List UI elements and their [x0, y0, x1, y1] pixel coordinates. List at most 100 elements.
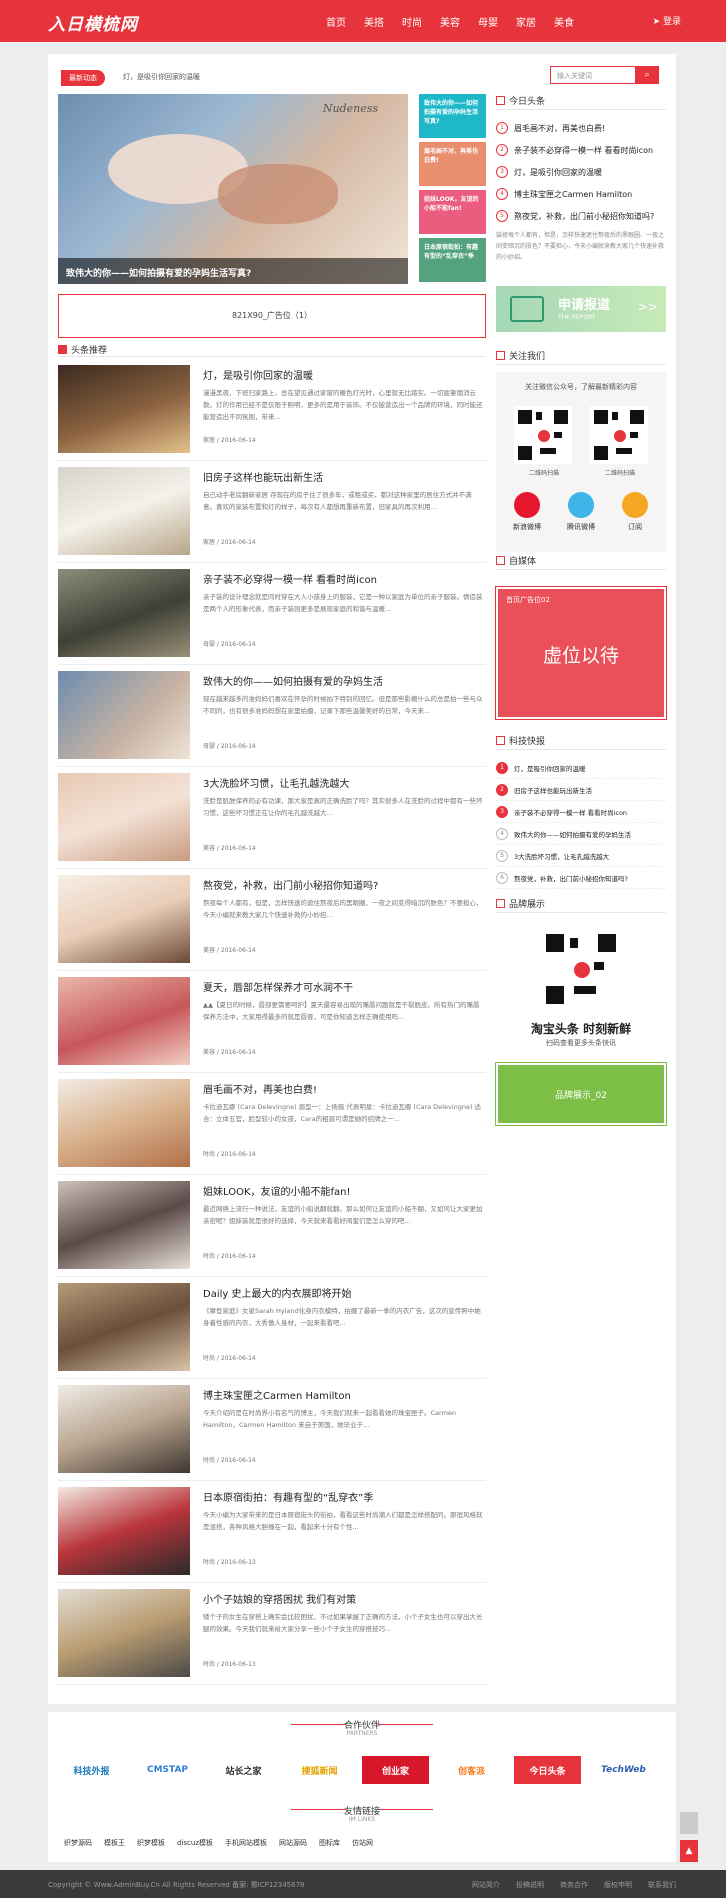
article-item[interactable]: 旧房子这样也能玩出新生活 自己动手老房翻新家居 存现在的房子住了很多年，或租或买，…: [58, 461, 486, 563]
article-item[interactable]: 姐妹LOOK，友谊的小船不能fan! 最近网络上流行一种说法，友谊的小船说翻就翻。…: [58, 1175, 486, 1277]
tech-news-item[interactable]: 2 旧房子这样也能玩出新生活: [496, 779, 666, 801]
social-label[interactable]: 订阅: [610, 522, 660, 532]
rss-icon[interactable]: [622, 492, 648, 518]
article-thumbnail[interactable]: [58, 1181, 190, 1269]
hero-thumb[interactable]: 眉毛画不对，再美也白费!: [419, 142, 486, 186]
article-item[interactable]: 小个子姑娘的穿搭困扰 我们有对策 矮个子的女生在穿搭上确实会比较困扰，不过如果掌握…: [58, 1583, 486, 1685]
brand-ad-slot[interactable]: 品牌展示_02: [495, 1062, 667, 1126]
partner-logo[interactable]: 创业家: [362, 1756, 429, 1784]
article-thumbnail[interactable]: [58, 875, 190, 963]
hero-thumb[interactable]: 日本原宿街拍：有趣有型的“乱穿衣”季: [419, 238, 486, 282]
article-item[interactable]: 亲子装不必穿得一模一样 看看时尚icon 亲子装的设计理念就是同时穿在大人小孩身上…: [58, 563, 486, 665]
hero-caption[interactable]: 致伟大的你——如何拍摄有爱的孕妈生活写真?: [58, 258, 408, 284]
top-news-item[interactable]: 5 熬夜党，补救，出门前小秘招你知道吗?: [496, 205, 666, 227]
article-title[interactable]: 姐妹LOOK，友谊的小船不能fan!: [203, 1183, 351, 1198]
article-title[interactable]: 日本原宿街拍：有趣有型的“乱穿衣”季: [203, 1489, 373, 1504]
news-ticker-text[interactable]: 灯，是吸引你回家的温暖: [123, 72, 200, 82]
tech-news-item[interactable]: 6 熬夜党，补救，出门前小秘招你知道吗?: [496, 867, 666, 889]
article-item[interactable]: 致伟大的你——如何拍摄有爱的孕妈生活 现在越来越多的准妈妈们喜欢在怀孕的时候拍下特…: [58, 665, 486, 767]
footer-link-submit[interactable]: 投稿说明: [516, 1880, 544, 1890]
article-title[interactable]: 熬夜党，补救，出门前小秘招你知道吗?: [203, 877, 378, 892]
nav-item-beauty[interactable]: 美容: [440, 14, 460, 29]
friend-link[interactable]: discuz模板: [177, 1838, 213, 1848]
article-item[interactable]: Daily 史上最大的内衣展即将开始 《摩登家庭》女星Sarah Hyland化身…: [58, 1277, 486, 1379]
top-news-item[interactable]: 4 博主珠宝匣之Carmen Hamilton: [496, 183, 666, 205]
friend-link[interactable]: 手机网站模板: [225, 1838, 267, 1848]
partner-logo[interactable]: 科技外报: [58, 1756, 125, 1784]
partner-logo[interactable]: 搜狐新闻: [286, 1756, 353, 1784]
article-item[interactable]: 眉毛画不对，再美也白费! 卡拉迪瓦娜 (Cara Delevingne) 眉型一：…: [58, 1073, 486, 1175]
article-thumbnail[interactable]: [58, 365, 190, 453]
social-label[interactable]: 新浪微博: [502, 522, 552, 532]
article-item[interactable]: 3大洗脸坏习惯，让毛孔越洗越大 洗脸是肌肤保养的必有功课，那大家是真的正确洗脸了吗…: [58, 767, 486, 869]
article-thumbnail[interactable]: [58, 773, 190, 861]
article-thumbnail[interactable]: [58, 671, 190, 759]
article-item[interactable]: 夏天，唇部怎样保养才可水润不干 ▲▲【夏日的时候，唇部更需要呵护】夏天最容易出现的…: [58, 971, 486, 1073]
nav-item-fashion-match[interactable]: 美搭: [364, 14, 384, 29]
nav-item-fashion[interactable]: 时尚: [402, 14, 422, 29]
article-title[interactable]: 3大洗脸坏习惯，让毛孔越洗越大: [203, 775, 349, 790]
partner-logo[interactable]: 创客派: [438, 1756, 505, 1784]
friend-link[interactable]: 织梦模板: [137, 1838, 165, 1848]
article-thumbnail[interactable]: [58, 467, 190, 555]
social-label[interactable]: 腾讯微博: [556, 522, 606, 532]
partner-logo[interactable]: CMSTAP: [134, 1756, 201, 1784]
friend-link[interactable]: 模板王: [104, 1838, 125, 1848]
tech-news-item[interactable]: 5 3大洗脸坏习惯，让毛孔越洗越大: [496, 845, 666, 867]
nav-item-food[interactable]: 美食: [554, 14, 574, 29]
article-title[interactable]: 亲子装不必穿得一模一样 看看时尚icon: [203, 571, 377, 586]
top-news-item[interactable]: 3 灯，是吸引你回家的温暖: [496, 161, 666, 183]
nav-item-home-decor[interactable]: 家居: [516, 14, 536, 29]
ad-banner[interactable]: 821X90_广告位（1）: [58, 294, 486, 338]
friend-link[interactable]: 仿站网: [352, 1838, 373, 1848]
tech-news-item[interactable]: 4 致伟大的你——如何拍摄有爱的孕妈生活: [496, 823, 666, 845]
login-link[interactable]: ➤ 登录: [653, 14, 681, 27]
tech-news-item[interactable]: 1 灯，是吸引你回家的温暖: [496, 757, 666, 779]
partner-logo[interactable]: TechWeb: [590, 1756, 657, 1784]
article-item[interactable]: 日本原宿街拍：有趣有型的“乱穿衣”季 今天小编为大家带来的是日本原宿街头的街拍，看…: [58, 1481, 486, 1583]
article-thumbnail[interactable]: [58, 1589, 190, 1677]
article-title[interactable]: 夏天，唇部怎样保养才可水润不干: [203, 979, 353, 994]
top-news-item[interactable]: 1 眉毛画不对，再美也白费!: [496, 117, 666, 139]
article-item[interactable]: 灯，是吸引你回家的温暖 漫漫黑夜，下班归家路上，总在望见通过家窗的暖色灯光时，心里…: [58, 359, 486, 461]
top-news-item[interactable]: 2 亲子装不必穿得一模一样 看看时尚icon: [496, 139, 666, 161]
friend-link[interactable]: 图标库: [319, 1838, 340, 1848]
article-thumbnail[interactable]: [58, 1487, 190, 1575]
article-item[interactable]: 博主珠宝匣之Carmen Hamilton 今天介绍的是在时尚界小有名气的博主，今…: [58, 1379, 486, 1481]
article-thumbnail[interactable]: [58, 1283, 190, 1371]
article-title[interactable]: 小个子姑娘的穿搭困扰 我们有对策: [203, 1591, 356, 1606]
nav-item-baby[interactable]: 母婴: [478, 14, 498, 29]
list-icon: [58, 345, 67, 354]
back-to-top-button[interactable]: ▲: [680, 1840, 698, 1862]
hero-slide[interactable]: Nudeness 致伟大的你——如何拍摄有爱的孕妈生活写真?: [58, 94, 408, 284]
article-thumbnail[interactable]: [58, 569, 190, 657]
article-title[interactable]: 灯，是吸引你回家的温暖: [203, 367, 313, 382]
article-title[interactable]: 博主珠宝匣之Carmen Hamilton: [203, 1387, 351, 1402]
article-title[interactable]: 眉毛画不对，再美也白费!: [203, 1081, 317, 1096]
friend-link[interactable]: 网站源码: [279, 1838, 307, 1848]
nav-item-home[interactable]: 首页: [326, 14, 346, 29]
article-item[interactable]: 熬夜党，补救，出门前小秘招你知道吗? 熬夜每个人都有，但是，怎样快速的遮住熬夜后的…: [58, 869, 486, 971]
footer-link-contact[interactable]: 联系我们: [648, 1880, 676, 1890]
qr-float-button[interactable]: [680, 1812, 698, 1834]
article-thumbnail[interactable]: [58, 1385, 190, 1473]
article-title[interactable]: Daily 史上最大的内衣展即将开始: [203, 1285, 351, 1300]
article-thumbnail[interactable]: [58, 977, 190, 1065]
footer-link-copyright[interactable]: 版权申明: [604, 1880, 632, 1890]
tech-news-item[interactable]: 3 亲子装不必穿得一模一样 看看时尚icon: [496, 801, 666, 823]
media-ad-slot[interactable]: 首页广告位02 虚位以待: [495, 586, 667, 720]
apply-report-banner[interactable]: 申请报道 THE REPORT >>: [496, 286, 666, 332]
article-thumbnail[interactable]: [58, 1079, 190, 1167]
weibo-icon[interactable]: [514, 492, 540, 518]
hero-thumb[interactable]: 姐妹LOOK，友谊的小船不能fan!: [419, 190, 486, 234]
article-title[interactable]: 致伟大的你——如何拍摄有爱的孕妈生活: [203, 673, 383, 688]
hero-thumb[interactable]: 致伟大的你——如何拍摄有爱的孕妈生活写真?: [419, 94, 486, 138]
footer-link-business[interactable]: 商务合作: [560, 1880, 588, 1890]
tencent-weibo-icon[interactable]: [568, 492, 594, 518]
partner-logo[interactable]: 今日头条: [514, 1756, 581, 1784]
footer-link-about[interactable]: 网站简介: [472, 1880, 500, 1890]
friend-link[interactable]: 织梦源码: [64, 1838, 92, 1848]
article-title[interactable]: 旧房子这样也能玩出新生活: [203, 469, 323, 484]
partner-logo[interactable]: 站长之家: [210, 1756, 277, 1784]
site-logo[interactable]: 入日横梳网: [48, 10, 138, 35]
